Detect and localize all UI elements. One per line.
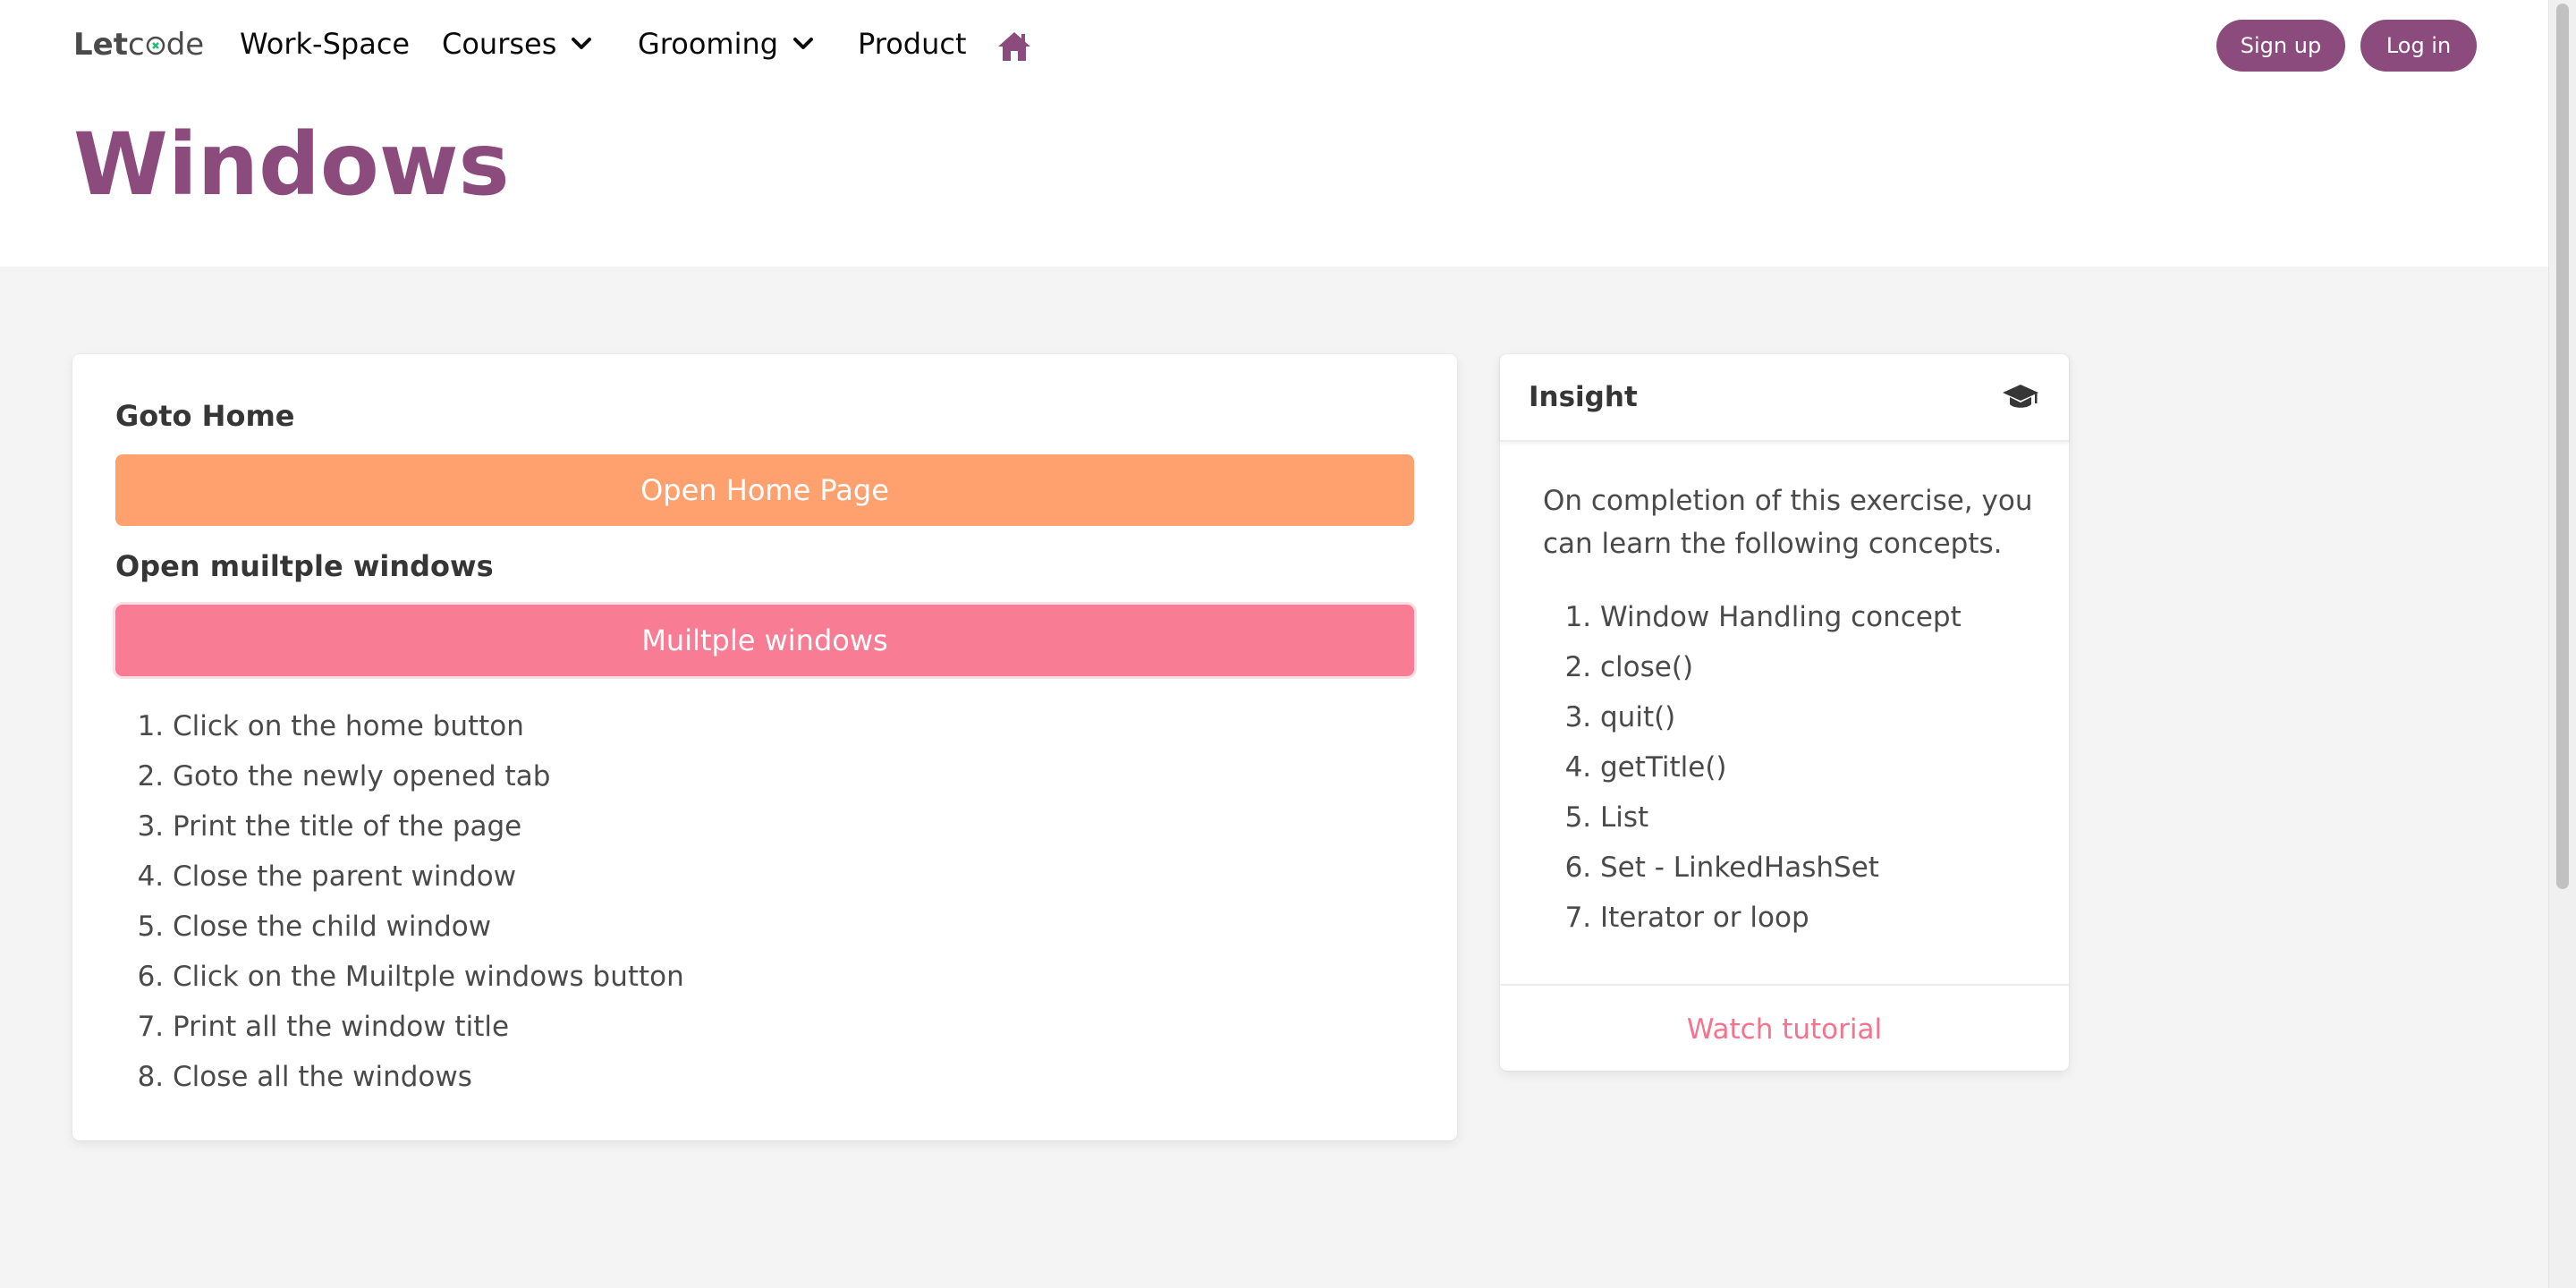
open-multiple-windows-label: Open muiltple windows xyxy=(115,549,494,583)
list-item: close() xyxy=(1600,642,1962,692)
watch-tutorial-link[interactable]: Watch tutorial xyxy=(1687,1013,1882,1046)
concepts-list: Window Handling concept close() quit() g… xyxy=(1543,592,1962,943)
list-item: Close the child window xyxy=(173,902,684,952)
insight-title: Insight xyxy=(1529,381,1638,413)
multiple-windows-button[interactable]: Muiltple windows xyxy=(115,605,1414,676)
insight-card-footer: Watch tutorial xyxy=(1500,984,2069,1072)
list-item: Close all the windows xyxy=(173,1052,684,1102)
page-scrollbar[interactable] xyxy=(2548,0,2576,1288)
graduation-cap-icon xyxy=(2003,385,2038,408)
page-title: Windows xyxy=(73,114,510,215)
logo-code-icon xyxy=(146,36,165,55)
list-item: Print the title of the page xyxy=(173,801,684,852)
nav-courses-dropdown[interactable]: Courses xyxy=(442,27,594,61)
nav-workspace[interactable]: Work-Space xyxy=(240,27,410,61)
letcode-logo[interactable]: Let c de xyxy=(73,27,204,63)
list-item: Iterator or loop xyxy=(1600,893,1962,943)
navbar: Let c de Work-Space Courses Grooming Pro… xyxy=(0,0,2549,93)
list-item: Print all the window title xyxy=(173,1002,684,1052)
logo-de-text: de xyxy=(165,27,205,63)
open-home-page-button[interactable]: Open Home Page xyxy=(115,454,1414,526)
list-item: Goto the newly opened tab xyxy=(173,751,684,801)
insight-card: Insight On completion of this exercise, … xyxy=(1500,354,2069,1071)
signup-button[interactable]: Sign up xyxy=(2216,20,2345,72)
nav-grooming-label: Grooming xyxy=(638,27,779,61)
insight-intro: On completion of this exercise, you can … xyxy=(1543,485,2033,560)
list-item: Set - LinkedHashSet xyxy=(1600,843,1962,893)
chevron-down-icon xyxy=(793,38,814,49)
list-item: Window Handling concept xyxy=(1600,592,1962,642)
home-icon[interactable] xyxy=(996,30,1032,63)
insight-card-header: Insight xyxy=(1500,354,2069,442)
nav-workspace-label: Work-Space xyxy=(240,27,411,61)
list-item: Close the parent window xyxy=(173,852,684,902)
list-item: Click on the home button xyxy=(173,701,684,751)
steps-list: Click on the home button Goto the newly … xyxy=(115,701,684,1102)
goto-home-label: Goto Home xyxy=(115,399,295,433)
list-item: Click on the Muiltple windows button xyxy=(173,952,684,1002)
windows-exercise-card: Goto Home Open Home Page Open muiltple w… xyxy=(72,354,1457,1140)
nav-grooming-dropdown[interactable]: Grooming xyxy=(638,27,816,61)
nav-product[interactable]: Product xyxy=(858,27,967,61)
login-button[interactable]: Log in xyxy=(2360,20,2477,72)
nav-product-label: Product xyxy=(858,27,967,61)
logo-let-text: Let xyxy=(73,27,128,63)
list-item: quit() xyxy=(1600,692,1962,742)
list-item: List xyxy=(1600,792,1962,843)
header-section: Let c de Work-Space Courses Grooming Pro… xyxy=(0,0,2549,267)
nav-courses-label: Courses xyxy=(442,27,557,61)
logo-c-text: c xyxy=(127,27,145,63)
chevron-down-icon xyxy=(572,38,592,49)
scrollbar-thumb[interactable] xyxy=(2556,4,2569,889)
list-item: getTitle() xyxy=(1600,742,1962,792)
